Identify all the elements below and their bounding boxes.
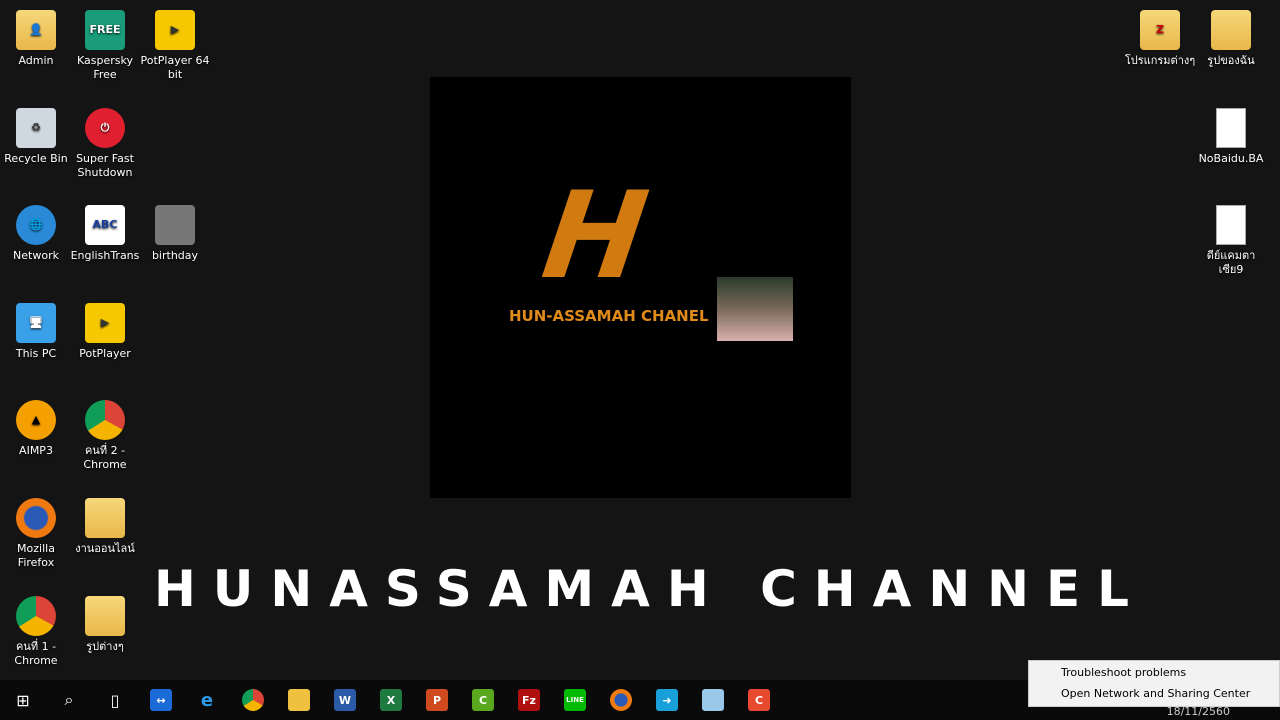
icon-label: This PC [15,347,57,360]
user-folder-icon: 👤 [16,10,56,50]
network-icon: 🌐 [16,205,56,245]
internet-explorer-icon[interactable]: e [184,680,230,720]
excel-icon[interactable]: X [368,680,414,720]
kaspersky-icon: FREE [85,10,125,50]
word-icon[interactable]: W [322,680,368,720]
channel-banner: HUNASSAMAH CHANNEL [153,560,1147,618]
desktop-icon-potplayer64[interactable]: ▶ PotPlayer 64 bit [139,10,211,82]
camtasia-recorder-icon[interactable]: C [736,680,782,720]
computer-icon: 🖥 [16,303,56,343]
desktop-icon-admin[interactable]: 👤 Admin [0,10,72,68]
powerpoint-icon[interactable]: P [414,680,460,720]
potplayer-icon: ▶ [85,303,125,343]
icon-label: รูปต่างๆ [86,640,124,653]
desktop-icon-potplayer[interactable]: ▶ PotPlayer [69,303,141,361]
desktop-icon-shutdown[interactable]: ⏻ Super Fast Shutdown [69,108,141,180]
network-context-menu: Troubleshoot problems Open Network and S… [1028,660,1280,707]
icon-label: คนที่ 1 - Chrome [14,640,58,667]
icon-label: NoBaidu.BA [1198,152,1264,165]
icon-label: งานออนไลน์ [75,542,135,555]
image-icon [155,205,195,245]
file-explorer-icon[interactable] [276,680,322,720]
line-icon[interactable]: LINE [552,680,598,720]
icon-label: Kaspersky Free [77,54,133,81]
icon-label: PotPlayer 64 bit [140,54,210,81]
firefox-icon[interactable] [598,680,644,720]
desktop-icon-birthday[interactable]: birthday [139,205,211,263]
desktop-icon-camtasia-doc[interactable]: ดีย์แคมตาเซีย9 [1195,205,1267,277]
desktop-icon-programs[interactable]: Z โปรแกรมต่างๆ [1124,10,1196,68]
start-button[interactable]: ⊞ [0,680,46,720]
folder-icon [1211,10,1251,50]
icon-label: Admin [18,54,54,67]
chrome-icon [85,400,125,440]
icon-label: คนที่ 2 - Chrome [83,444,127,471]
shutdown-icon: ⏻ [85,108,125,148]
icon-label: AIMP3 [19,444,53,457]
remote-app-icon[interactable]: ➜ [644,680,690,720]
notepad-icon[interactable] [690,680,736,720]
icon-label: birthday [151,249,199,262]
chrome-icon[interactable] [230,680,276,720]
menu-item-network-sharing-center[interactable]: Open Network and Sharing Center [1029,682,1279,703]
icon-label: Network [13,249,59,262]
desktop-icon-englishtrans[interactable]: ABC EnglishTrans [69,205,141,263]
desktop-icon-kaspersky[interactable]: FREE Kaspersky Free [69,10,141,82]
desktop-icon-this-pc[interactable]: 🖥 This PC [0,303,72,361]
desktop-icon-network[interactable]: 🌐 Network [0,205,72,263]
icon-label: Super Fast Shutdown [76,152,134,179]
desktop-icon-online-work[interactable]: งานออนไลน์ [69,498,141,556]
menu-item-troubleshoot[interactable]: Troubleshoot problems [1029,661,1279,682]
icon-label: โปรแกรมต่างๆ [1124,54,1196,67]
desktop-icon-aimp3[interactable]: ▲ AIMP3 [0,400,72,458]
camtasia-icon[interactable]: C [460,680,506,720]
abc-icon: ABC [85,205,125,245]
icon-label: Recycle Bin [4,152,68,165]
aimp-icon: ▲ [16,400,56,440]
profile-photo [717,277,793,341]
icon-label: รูปของฉัน [1207,54,1255,67]
desktop-icon-recycle-bin[interactable]: ♻ Recycle Bin [0,108,72,166]
icon-label: PotPlayer [79,347,131,360]
logo-letter: H [535,167,656,306]
desktop-icon-my-pictures[interactable]: รูปของฉัน [1195,10,1267,68]
folder-icon: Z [1140,10,1180,50]
desktop-icon-chrome-2[interactable]: คนที่ 2 - Chrome [69,400,141,472]
search-icon[interactable]: ⌕ [46,680,92,720]
teamviewer-icon[interactable]: ↔ [138,680,184,720]
icon-label: ดีย์แคมตาเซีย9 [1206,249,1256,276]
folder-icon [85,498,125,538]
document-icon [1216,205,1246,245]
desktop-icon-nobaidu[interactable]: NoBaidu.BA [1195,108,1267,166]
firefox-icon [16,498,56,538]
document-icon [1216,108,1246,148]
channel-logo-wallpaper: H HUN-ASSAMAH CHANEL [430,77,851,498]
filezilla-icon[interactable]: Fz [506,680,552,720]
potplayer-icon: ▶ [155,10,195,50]
logo-channel-name: HUN-ASSAMAH CHANEL [509,307,709,325]
icon-label: EnglishTrans [70,249,140,262]
task-view-icon[interactable]: ▯ [92,680,138,720]
recycle-bin-icon: ♻ [16,108,56,148]
